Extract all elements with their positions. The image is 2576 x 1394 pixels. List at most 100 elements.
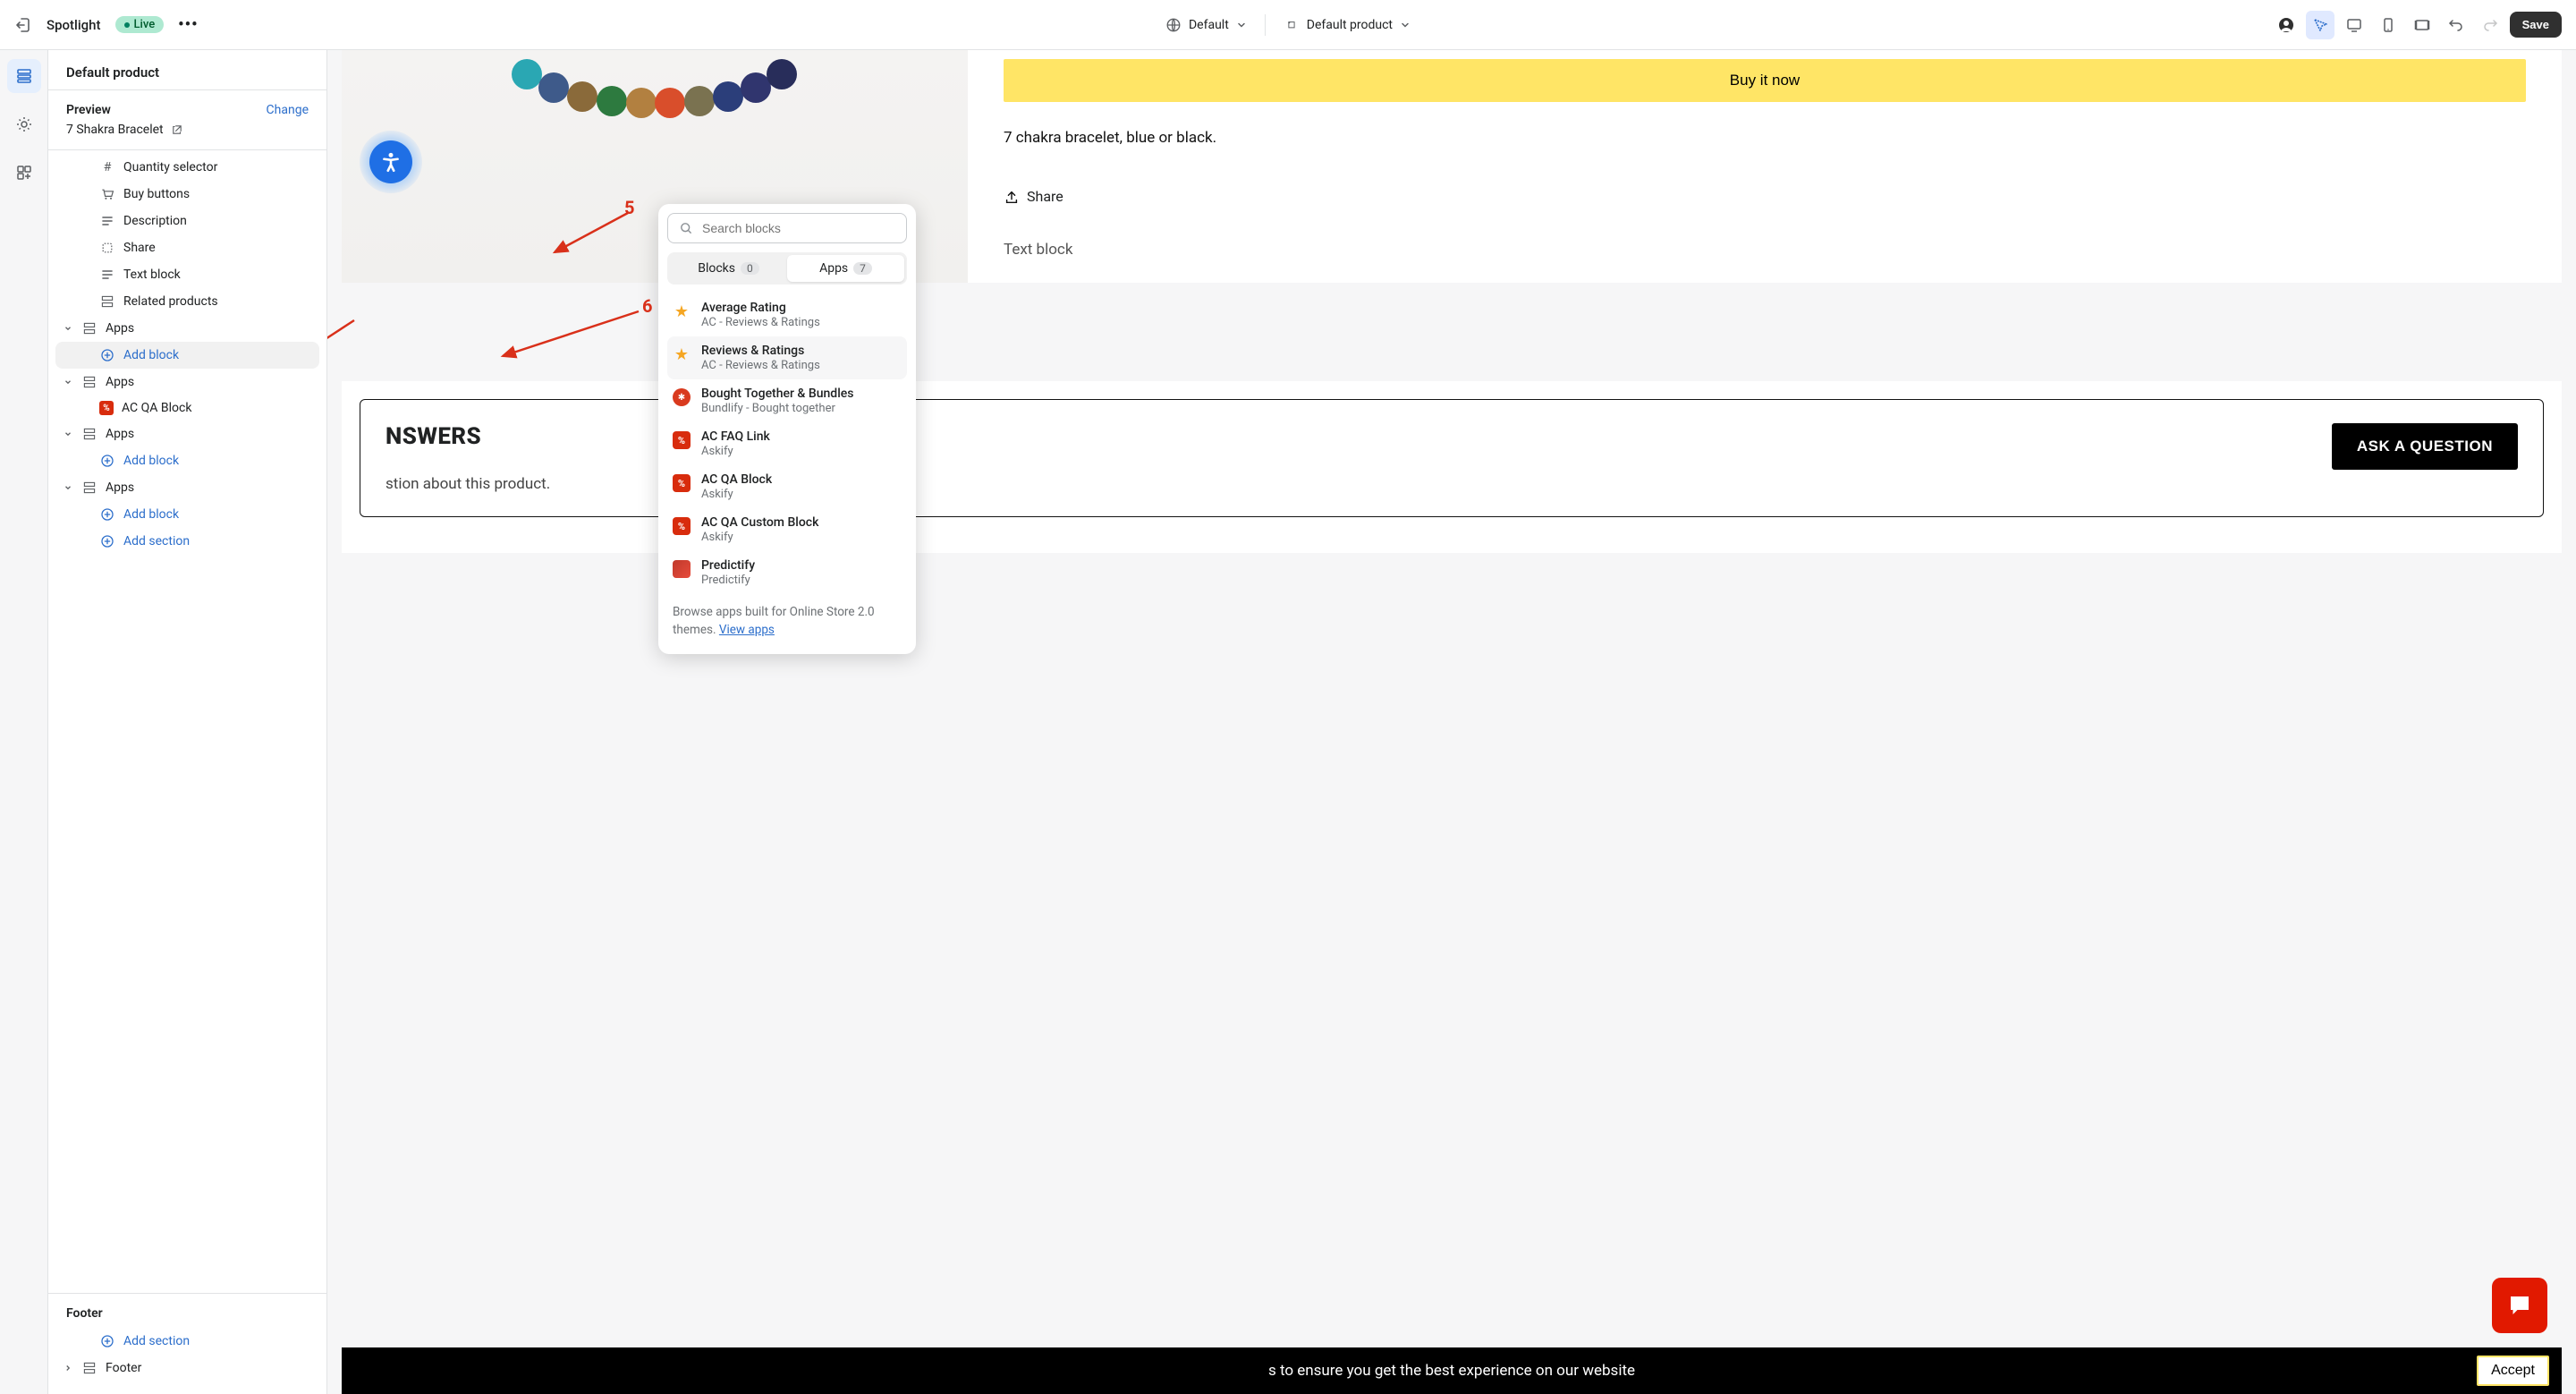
tree-add-section[interactable]: Add section xyxy=(55,528,319,555)
tree-apps-3[interactable]: Apps xyxy=(55,421,319,447)
tree-add-block-3[interactable]: Add block xyxy=(55,501,319,528)
tree-related[interactable]: Related products xyxy=(55,288,319,315)
search-input[interactable] xyxy=(702,221,895,235)
search-box[interactable] xyxy=(667,213,907,243)
tree-description[interactable]: Description xyxy=(55,208,319,234)
save-button[interactable]: Save xyxy=(2510,12,2562,38)
app-item-bought-together[interactable]: ✱Bought Together & BundlesBundlify - Bou… xyxy=(667,379,907,422)
lines-icon xyxy=(99,267,115,283)
footer-title: Footer xyxy=(55,1306,319,1328)
footer-item[interactable]: Footer xyxy=(55,1355,319,1381)
share-icon xyxy=(99,240,115,256)
footer-section: Footer Add section Footer xyxy=(48,1293,326,1394)
chevron-down-icon xyxy=(63,429,73,438)
canvas: Buy it now 7 chakra bracelet, blue or bl… xyxy=(327,50,2576,1394)
tab-blocks[interactable]: Blocks0 xyxy=(670,255,787,282)
tab-apps[interactable]: Apps7 xyxy=(787,255,904,282)
chat-fab[interactable] xyxy=(2492,1278,2547,1333)
inspector-icon[interactable] xyxy=(2306,11,2334,39)
preview-row: Preview Change xyxy=(48,90,326,123)
qa-subtitle: stion about this product. xyxy=(386,475,550,493)
qa-title: NSWERS xyxy=(386,423,550,450)
globe-icon xyxy=(1165,17,1182,33)
section-icon xyxy=(81,320,97,336)
theme-name: Spotlight xyxy=(47,17,101,33)
buy-now-button[interactable]: Buy it now xyxy=(1004,59,2526,102)
footer-add-section[interactable]: Add section xyxy=(55,1328,319,1355)
accept-button[interactable]: Accept xyxy=(2477,1356,2549,1386)
product-description: 7 chakra bracelet, blue or black. xyxy=(1004,129,2526,147)
main: Default product Preview Change 7 Shakra … xyxy=(0,50,2576,1394)
more-icon[interactable]: ••• xyxy=(178,15,198,34)
rail-apps-icon[interactable] xyxy=(7,156,41,190)
section-icon xyxy=(99,293,115,310)
change-link[interactable]: Change xyxy=(267,103,309,117)
chevron-down-icon xyxy=(63,483,73,492)
plus-circle-icon xyxy=(99,533,115,549)
tree-text-block[interactable]: Text block xyxy=(55,261,319,288)
app-item-average-rating[interactable]: ★Average RatingAC - Reviews & Ratings xyxy=(667,293,907,336)
app-icon: % xyxy=(673,474,691,492)
preview-product[interactable]: 7 Shakra Bracelet xyxy=(48,123,326,149)
accessibility-icon xyxy=(369,140,412,183)
circle-icon: ✱ xyxy=(673,388,691,406)
ask-question-button[interactable]: ASK A QUESTION xyxy=(2332,423,2518,470)
tree-ac-qa-block[interactable]: %AC QA Block xyxy=(55,395,319,421)
plus-circle-icon xyxy=(99,506,115,523)
tree-add-block-1[interactable]: Add block xyxy=(55,342,319,369)
star-icon: ★ xyxy=(673,345,691,363)
app-icon: % xyxy=(99,401,114,415)
tree-share[interactable]: Share xyxy=(55,234,319,261)
view-apps-link[interactable]: View apps xyxy=(719,623,775,637)
cookie-text: s to ensure you get the best experience … xyxy=(1268,1362,1635,1380)
exit-icon[interactable] xyxy=(14,16,32,34)
tree: #Quantity selector Buy buttons Descripti… xyxy=(48,149,326,1293)
app-icon: % xyxy=(673,431,691,449)
template-dropdown[interactable]: Default product xyxy=(1284,17,1411,33)
chat-icon xyxy=(2506,1292,2533,1319)
cart-icon xyxy=(99,186,115,202)
rail-sections-icon[interactable] xyxy=(7,59,41,93)
sidebar: Default product Preview Change 7 Shakra … xyxy=(48,50,327,1394)
tree-apps-4[interactable]: Apps xyxy=(55,474,319,501)
accessibility-badge[interactable] xyxy=(360,131,422,193)
mobile-icon[interactable] xyxy=(2374,11,2402,39)
section-icon xyxy=(81,426,97,442)
lines-icon xyxy=(99,213,115,229)
section-icon xyxy=(81,374,97,390)
app-item-predictify[interactable]: PredictifyPredictify xyxy=(667,551,907,594)
topbar: Spotlight Live ••• Default Default produ… xyxy=(0,0,2576,50)
app-icon xyxy=(673,560,691,578)
upload-icon xyxy=(1004,189,1020,205)
desktop-icon[interactable] xyxy=(2340,11,2368,39)
fullwidth-icon[interactable] xyxy=(2408,11,2436,39)
tree-buy-buttons[interactable]: Buy buttons xyxy=(55,181,319,208)
chevron-down-icon xyxy=(63,324,73,333)
avatar-icon[interactable] xyxy=(2272,11,2301,39)
live-badge: Live xyxy=(115,16,165,33)
app-item-reviews-ratings[interactable]: ★Reviews & RatingsAC - Reviews & Ratings xyxy=(667,336,907,379)
popover-footer: Browse apps built for Online Store 2.0 t… xyxy=(667,594,907,642)
language-dropdown[interactable]: Default xyxy=(1165,17,1247,33)
rail-settings-icon[interactable] xyxy=(7,107,41,141)
search-icon xyxy=(679,221,693,235)
app-item-faq-link[interactable]: %AC FAQ LinkAskify xyxy=(667,422,907,465)
share-button[interactable]: Share xyxy=(1004,188,2526,205)
redo-icon[interactable] xyxy=(2476,11,2504,39)
tree-quantity[interactable]: #Quantity selector xyxy=(55,154,319,181)
undo-icon[interactable] xyxy=(2442,11,2470,39)
annotation-6: 6 xyxy=(642,295,652,317)
app-list: ★Average RatingAC - Reviews & Ratings ★R… xyxy=(667,293,907,594)
topbar-left: Spotlight Live ••• xyxy=(14,15,199,34)
star-icon: ★ xyxy=(673,302,691,320)
tree-add-block-2[interactable]: Add block xyxy=(55,447,319,474)
tree-apps-1[interactable]: Apps xyxy=(55,315,319,342)
page-title: Default product xyxy=(66,64,309,81)
app-item-qa-custom[interactable]: %AC QA Custom BlockAskify xyxy=(667,508,907,551)
add-block-popover: Blocks0 Apps7 ★Average RatingAC - Review… xyxy=(658,204,916,654)
app-icon: % xyxy=(673,517,691,535)
app-item-qa-block[interactable]: %AC QA BlockAskify xyxy=(667,465,907,508)
tree-apps-2[interactable]: Apps xyxy=(55,369,319,395)
cookie-bar: s to ensure you get the best experience … xyxy=(342,1347,2562,1394)
plus-circle-icon xyxy=(99,347,115,363)
